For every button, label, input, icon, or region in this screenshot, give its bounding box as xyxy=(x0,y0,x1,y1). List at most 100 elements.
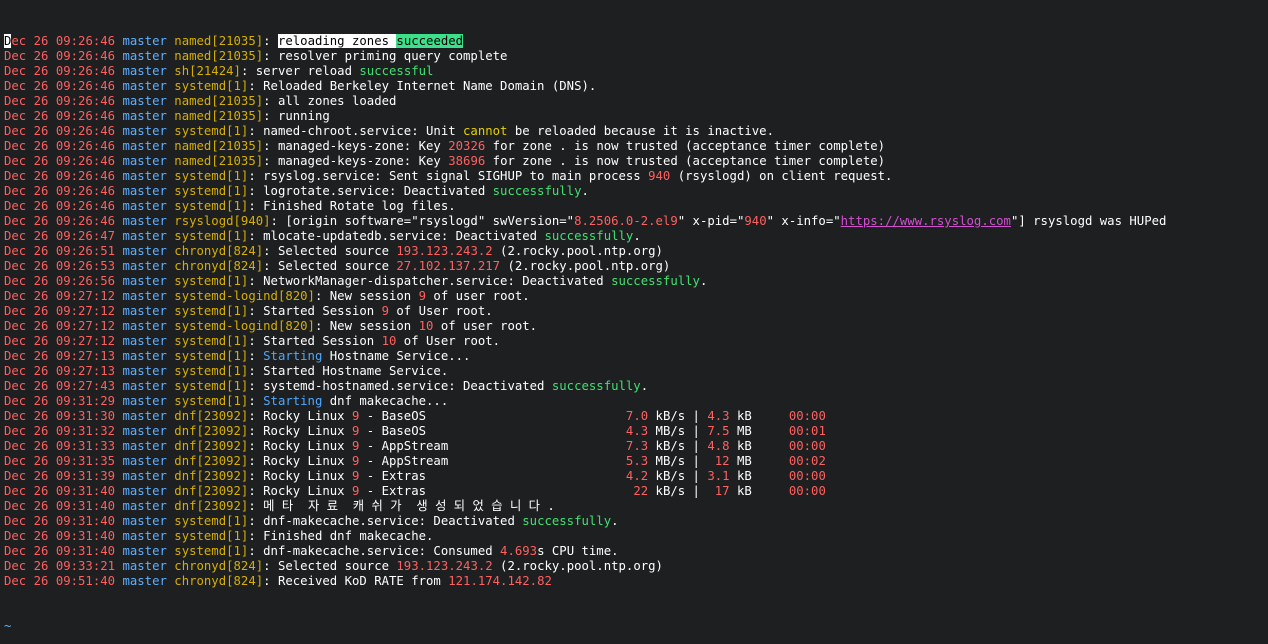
log-process: named[21035] xyxy=(166,139,264,153)
log-message: : Rocky Linux xyxy=(248,409,352,423)
log-message: : xyxy=(248,394,264,408)
log-timestamp: Dec 26 09:31:29 xyxy=(4,394,116,408)
log-line: Dec 26 09:26:46 master named[21035]: res… xyxy=(4,49,1268,64)
log-message: : Rocky Linux xyxy=(248,439,352,453)
log-message: : Rocky Linux xyxy=(248,484,352,498)
log-process: systemd[1] xyxy=(166,334,249,348)
terminal-log-view[interactable]: Dec 26 09:26:46 master named[21035]: rel… xyxy=(0,0,1268,644)
log-line: Dec 26 09:31:29 master systemd[1]: Start… xyxy=(4,394,1268,409)
log-process: chronyd[824] xyxy=(166,559,264,573)
log-timestamp: Dec 26 09:51:40 xyxy=(4,574,116,588)
log-hostname: master xyxy=(115,79,167,93)
log-number: 4.693 xyxy=(500,544,538,558)
log-process: named[21035] xyxy=(166,49,264,63)
log-process: systemd[1] xyxy=(166,529,249,543)
log-number: 12 xyxy=(714,454,730,468)
log-hostname: master xyxy=(115,529,167,543)
log-hostname: master xyxy=(115,379,167,393)
log-process: systemd[1] xyxy=(166,184,249,198)
log-message: : dnf-makecache.service: Deactivated xyxy=(248,514,523,528)
log-timestamp: Dec 26 09:26:51 xyxy=(4,244,116,258)
log-message: kB/s | xyxy=(648,484,715,498)
log-message: : named-chroot.service: Unit xyxy=(248,124,464,138)
log-line: Dec 26 09:26:53 master chronyd[824]: Sel… xyxy=(4,259,1268,274)
log-timestamp: Dec 26 09:26:46 xyxy=(4,124,116,138)
log-number: 00:00 xyxy=(788,409,826,423)
log-message: kB/s | xyxy=(648,469,708,483)
log-hostname: master xyxy=(115,304,167,318)
log-process: systemd[1] xyxy=(166,364,249,378)
log-line: Dec 26 09:26:46 master named[21035]: run… xyxy=(4,109,1268,124)
log-timestamp: Dec 26 09:31:40 xyxy=(4,529,116,543)
log-process: rsyslogd[940] xyxy=(166,214,271,228)
log-number: 4.8 xyxy=(707,439,730,453)
log-hostname: master xyxy=(115,244,167,258)
log-process: named[21035] xyxy=(166,154,264,168)
log-hostname: master xyxy=(115,139,167,153)
log-message: dnf makecache... xyxy=(322,394,449,408)
log-process: dnf[23092] xyxy=(166,424,249,438)
log-hostname: master xyxy=(115,469,167,483)
log-message: "] rsyslogd was HUPed xyxy=(1010,214,1167,228)
log-message: of user root. xyxy=(426,289,530,303)
log-process: systemd-logind[820] xyxy=(166,289,315,303)
log-message: : Rocky Linux xyxy=(248,469,352,483)
log-number: 7.3 xyxy=(625,439,649,453)
log-warning-word: cannot xyxy=(463,124,508,138)
log-process: systemd[1] xyxy=(166,514,249,528)
log-timestamp: Dec 26 09:26:46 xyxy=(4,139,116,153)
log-message: : running xyxy=(263,109,330,123)
log-message: : Finished dnf makecache. xyxy=(248,529,434,543)
log-hostname: master xyxy=(115,544,167,558)
log-hostname: master xyxy=(115,259,167,273)
log-number: 17 xyxy=(714,484,730,498)
log-number: 38696 xyxy=(448,154,486,168)
log-hostname: master xyxy=(115,334,167,348)
end-of-buffer-marker: ~ xyxy=(4,619,12,629)
log-timestamp: Dec 26 09:33:21 xyxy=(4,559,116,573)
log-process: dnf[23092] xyxy=(166,439,249,453)
log-hostname: master xyxy=(115,154,167,168)
log-hostname: master xyxy=(115,94,167,108)
log-message: : Rocky Linux xyxy=(248,454,352,468)
log-line: Dec 26 09:27:13 master systemd[1]: Start… xyxy=(4,349,1268,364)
log-timestamp: Dec 26 09:31:39 xyxy=(4,469,116,483)
log-timestamp: Dec 26 09:26:46 xyxy=(4,184,116,198)
log-message: kB xyxy=(729,409,789,423)
log-success-word: successfully xyxy=(611,274,700,288)
log-line: Dec 26 09:26:46 master named[21035]: rel… xyxy=(4,34,1268,49)
log-number: 193.123.243.2 xyxy=(396,244,493,258)
log-message: - Extras xyxy=(359,484,634,498)
log-message: - BaseOS xyxy=(359,409,626,423)
log-link[interactable]: https://www.rsyslog.com xyxy=(841,214,1011,228)
log-message: of user root. xyxy=(433,319,538,333)
log-message: (rsyslogd) on client request. xyxy=(670,169,893,183)
log-message: " x-pid=" xyxy=(677,214,745,228)
log-line: Dec 26 09:31:40 master dnf[23092]: 메 타 자… xyxy=(4,499,1268,514)
log-message: : [origin software="rsyslogd" swVersion=… xyxy=(270,214,575,228)
log-message: : managed-keys-zone: Key xyxy=(263,154,449,168)
log-message: MB xyxy=(729,454,789,468)
log-message: Hostname Service... xyxy=(322,349,471,363)
log-number: 121.174.142.82 xyxy=(448,574,552,588)
log-number: 940 xyxy=(744,214,767,228)
log-timestamp: Dec 26 09:31:40 xyxy=(4,514,116,528)
log-hostname: master xyxy=(115,454,167,468)
log-number: 00:00 xyxy=(788,469,826,483)
log-process: systemd[1] xyxy=(166,544,249,558)
log-process: systemd[1] xyxy=(166,274,249,288)
log-timestamp: Dec 26 09:31:33 xyxy=(4,439,116,453)
log-message: kB xyxy=(729,469,789,483)
log-process: dnf[23092] xyxy=(166,469,249,483)
log-number: 9 xyxy=(381,304,389,318)
log-timestamp: Dec 26 09:31:40 xyxy=(4,544,116,558)
log-process: systemd[1] xyxy=(166,304,249,318)
log-success-word: successfully xyxy=(551,379,641,393)
log-hostname: master xyxy=(115,169,167,183)
selected-text: reloading zones xyxy=(277,34,397,48)
log-number: 193.123.243.2 xyxy=(396,559,493,573)
log-timestamp: Dec 26 09:26:47 xyxy=(4,229,116,243)
log-process: chronyd[824] xyxy=(166,259,264,273)
log-info-word: Starting xyxy=(263,394,323,408)
log-number: 4.2 xyxy=(625,469,649,483)
